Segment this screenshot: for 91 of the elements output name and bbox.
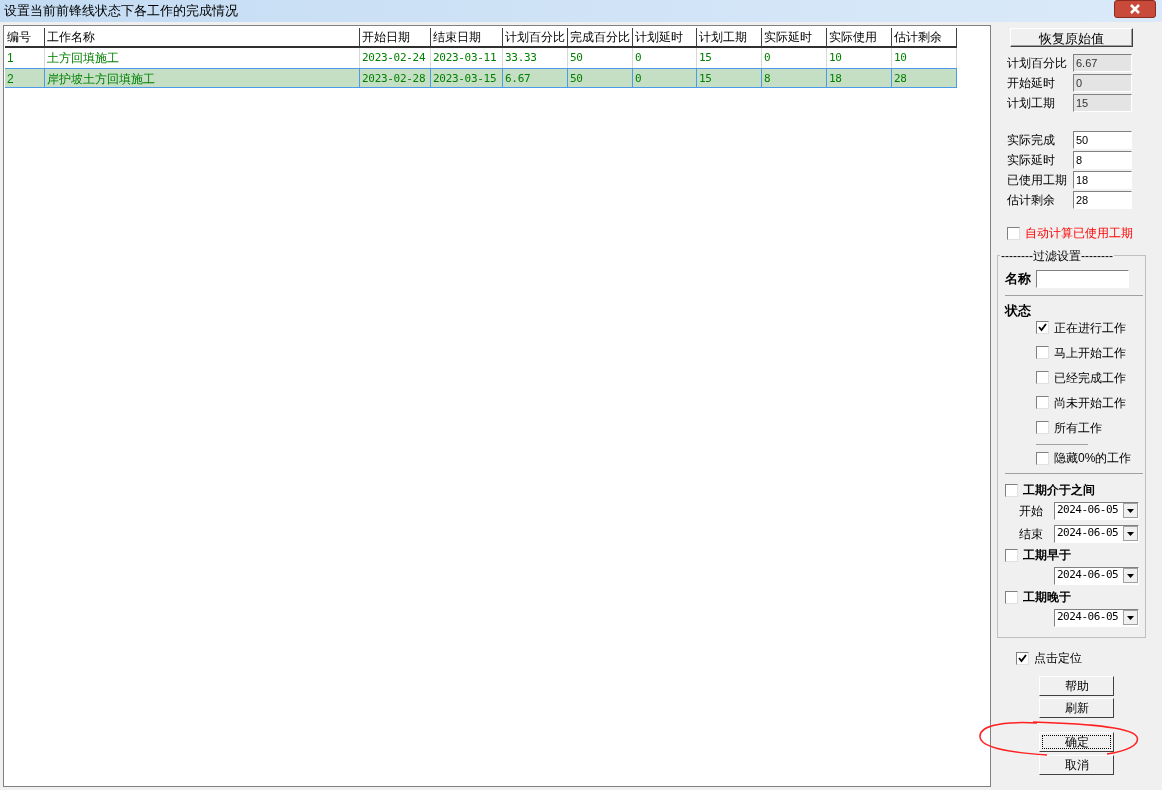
column-header[interactable]: 结束日期 xyxy=(431,28,503,48)
window-title: 设置当前前锋线状态下各工作的完成情况 xyxy=(4,2,238,21)
table-cell: 岸护坡土方回填施工 xyxy=(45,68,360,88)
table-cell: 1 xyxy=(5,48,45,68)
field-label: 已使用工期 xyxy=(1007,172,1068,189)
checkbox[interactable] xyxy=(1036,421,1049,434)
column-header[interactable]: 完成百分比 xyxy=(568,28,633,48)
value-input[interactable]: 28 xyxy=(1073,191,1132,209)
value-input[interactable]: 15 xyxy=(1073,94,1132,112)
column-header[interactable]: 实际使用 xyxy=(827,28,892,48)
close-button[interactable] xyxy=(1114,0,1156,18)
column-header[interactable]: 计划百分比 xyxy=(503,28,568,48)
date-dropdown[interactable]: 2024-06-05 xyxy=(1054,608,1139,627)
date-label: 开始 xyxy=(1019,502,1044,520)
table-cell: 0 xyxy=(633,48,697,68)
table-cell: 33.33 xyxy=(503,48,568,68)
dialog-button[interactable]: 帮助 xyxy=(1039,676,1114,696)
table-cell: 15 xyxy=(697,48,762,68)
date-dropdown[interactable]: 2024-06-05 xyxy=(1054,501,1139,520)
status-label: 所有工作 xyxy=(1054,419,1102,437)
locate-label: 点击定位 xyxy=(1034,650,1082,667)
close-icon xyxy=(1129,4,1141,14)
auto-calc-label: 自动计算已使用工期 xyxy=(1025,225,1133,242)
table-cell: 土方回填施工 xyxy=(45,48,360,68)
checkbox[interactable] xyxy=(1036,371,1049,384)
table-cell: 18 xyxy=(827,68,892,88)
dialog-button[interactable]: 确定 xyxy=(1039,732,1114,752)
name-label: 名称 xyxy=(1005,270,1031,289)
checkbox[interactable] xyxy=(1005,483,1018,497)
checkbox[interactable] xyxy=(1016,651,1029,665)
dropdown-arrow-icon xyxy=(1127,573,1134,578)
status-label: 已经完成工作 xyxy=(1054,369,1126,387)
table-cell: 50 xyxy=(568,48,633,68)
table-cell: 10 xyxy=(892,48,957,68)
column-header[interactable]: 计划延时 xyxy=(633,28,697,48)
checkbox[interactable] xyxy=(1005,590,1018,604)
dropdown-arrow-icon xyxy=(1127,508,1134,513)
status-label: 状态 xyxy=(1005,302,1032,315)
field-label: 实际完成 xyxy=(1007,132,1056,149)
table-cell: 28 xyxy=(892,68,957,88)
date-filter-label: 工期晚于 xyxy=(1023,589,1071,606)
value-input[interactable]: 8 xyxy=(1073,151,1132,169)
name-input[interactable] xyxy=(1036,270,1129,288)
dialog-button[interactable]: 取消 xyxy=(1039,755,1114,775)
date-dropdown[interactable]: 2024-06-05 xyxy=(1054,566,1139,585)
table-cell: 10 xyxy=(827,48,892,68)
table-cell: 0 xyxy=(633,68,697,88)
table-cell: 2023-02-24 xyxy=(360,48,431,68)
value-input[interactable]: 50 xyxy=(1073,131,1132,149)
value-input[interactable]: 18 xyxy=(1073,171,1132,189)
status-label: 正在进行工作 xyxy=(1054,319,1126,337)
date-dropdown[interactable]: 2024-06-05 xyxy=(1054,524,1139,543)
date-label: 结束 xyxy=(1019,525,1044,543)
table-cell: 2023-03-11 xyxy=(431,48,503,68)
checkbox[interactable] xyxy=(1007,226,1020,240)
field-label: 计划百分比 xyxy=(1007,55,1068,72)
restore-button[interactable]: 恢复原始值 xyxy=(1010,28,1133,47)
column-header[interactable]: 估计剩余 xyxy=(892,28,957,48)
table-cell: 6.67 xyxy=(503,68,568,88)
dialog-button[interactable]: 刷新 xyxy=(1039,698,1114,718)
table-cell: 0 xyxy=(762,48,827,68)
table-cell: 2 xyxy=(5,68,45,88)
table-cell: 8 xyxy=(762,68,827,88)
dropdown-arrow-icon xyxy=(1127,615,1134,620)
column-header[interactable]: 编号 xyxy=(5,28,45,48)
checkbox[interactable] xyxy=(1036,321,1049,334)
date-filter-label: 工期介于之间 xyxy=(1023,482,1095,499)
column-header[interactable]: 开始日期 xyxy=(360,28,431,48)
filter-title: --------过滤设置-------- xyxy=(1000,247,1114,265)
table-cell: 50 xyxy=(568,68,633,88)
checkbox[interactable] xyxy=(1036,346,1049,359)
status-label: 尚未开始工作 xyxy=(1054,394,1126,412)
checkbox[interactable] xyxy=(1036,451,1049,465)
column-header[interactable]: 实际延时 xyxy=(762,28,827,48)
field-label: 开始延时 xyxy=(1007,75,1056,92)
field-label: 计划工期 xyxy=(1007,95,1056,112)
dropdown-arrow-icon xyxy=(1127,531,1134,536)
table-cell: 2023-02-28 xyxy=(360,68,431,88)
column-header[interactable]: 计划工期 xyxy=(697,28,762,48)
field-label: 估计剩余 xyxy=(1007,192,1056,209)
column-header[interactable]: 工作名称 xyxy=(45,28,360,48)
status-label: 马上开始工作 xyxy=(1054,344,1126,362)
table-cell: 2023-03-15 xyxy=(431,68,503,88)
checkbox[interactable] xyxy=(1036,396,1049,409)
date-filter-label: 工期早于 xyxy=(1023,547,1071,564)
field-label: 实际延时 xyxy=(1007,152,1056,169)
checkbox[interactable] xyxy=(1005,548,1018,562)
value-input[interactable]: 6.67 xyxy=(1073,54,1132,72)
table-cell: 15 xyxy=(697,68,762,88)
hide-zero-label: 隐藏0%的工作 xyxy=(1054,450,1132,467)
value-input[interactable]: 0 xyxy=(1073,74,1132,92)
